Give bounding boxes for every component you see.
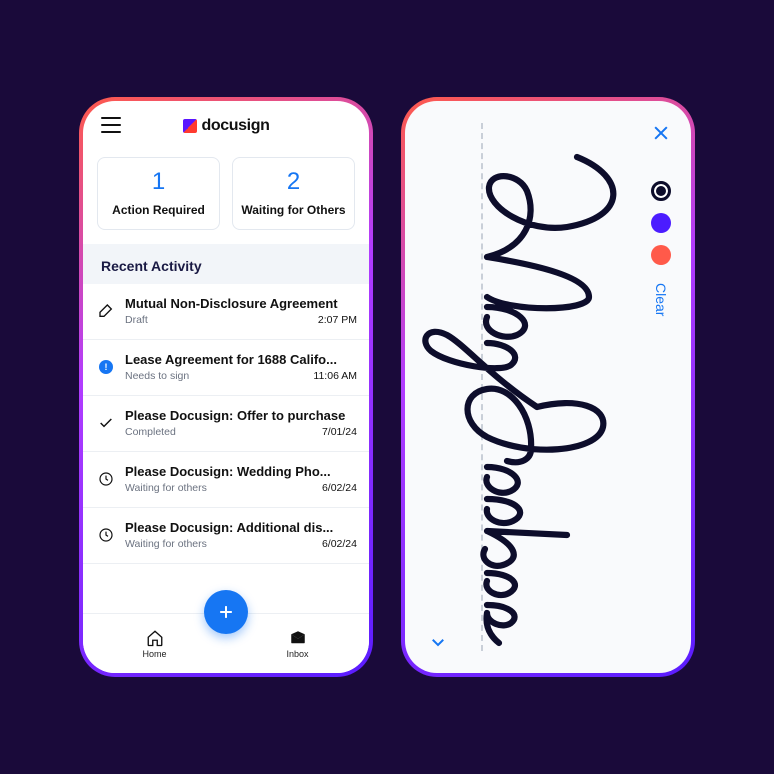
activity-time: 7/01/24 (322, 426, 357, 438)
recent-activity-section: Recent Activity Mutual Non-Disclosure Ag… (83, 244, 369, 613)
activity-title: Please Docusign: Offer to purchase (125, 408, 357, 423)
activity-row[interactable]: Please Docusign: Offer to purchase Compl… (83, 396, 369, 452)
activity-status: Needs to sign (125, 370, 189, 382)
menu-button[interactable] (101, 117, 121, 133)
color-swatch-black[interactable] (651, 181, 671, 201)
activity-status: Waiting for others (125, 482, 207, 494)
activity-time: 2:07 PM (318, 314, 357, 326)
brand-name: docusign (202, 117, 270, 135)
color-swatch-blue[interactable] (651, 213, 671, 233)
phone-signature: Clear (401, 97, 695, 677)
topbar: docusign (83, 101, 369, 151)
signature-canvas[interactable] (411, 107, 637, 667)
activity-row[interactable]: Please Docusign: Wedding Pho... Waiting … (83, 452, 369, 508)
signature-toolbar: Clear (637, 107, 685, 667)
activity-title: Please Docusign: Wedding Pho... (125, 464, 357, 479)
signature-stroke (417, 107, 637, 667)
adopt-button[interactable] (429, 633, 447, 651)
activity-time: 11:06 AM (313, 370, 357, 382)
activity-time: 6/02/24 (322, 538, 357, 550)
activity-title: Please Docusign: Additional dis... (125, 520, 357, 535)
nav-label: Home (142, 649, 166, 659)
signature-landscape: Clear (411, 107, 685, 667)
summary-count: 2 (239, 168, 348, 197)
bottom-nav: Home Inbox (83, 613, 369, 673)
activity-row[interactable]: Please Docusign: Additional dis... Waiti… (83, 508, 369, 564)
screen-inbox: docusign 1 Action Required 2 Waiting for… (83, 101, 369, 673)
color-swatch-red[interactable] (651, 245, 671, 265)
plus-icon (216, 602, 236, 622)
brand: docusign (183, 117, 270, 135)
activity-time: 6/02/24 (322, 482, 357, 494)
phone-inbox: docusign 1 Action Required 2 Waiting for… (79, 97, 373, 677)
fab-create[interactable] (204, 590, 248, 634)
activity-row[interactable]: ! Lease Agreement for 1688 Califo... Nee… (83, 340, 369, 396)
summary-label: Action Required (104, 203, 213, 217)
check-icon (91, 415, 121, 431)
summary-row: 1 Action Required 2 Waiting for Others (83, 151, 369, 244)
activity-title: Mutual Non-Disclosure Agreement (125, 296, 357, 311)
activity-row[interactable]: Mutual Non-Disclosure Agreement Draft 2:… (83, 284, 369, 340)
close-button[interactable] (651, 123, 671, 143)
activity-status: Waiting for others (125, 538, 207, 550)
activity-status: Completed (125, 426, 176, 438)
activity-list: Mutual Non-Disclosure Agreement Draft 2:… (83, 284, 369, 613)
summary-waiting-others[interactable]: 2 Waiting for Others (232, 157, 355, 230)
summary-label: Waiting for Others (239, 203, 348, 217)
screen-signature: Clear (405, 101, 691, 673)
inbox-icon (289, 629, 307, 647)
summary-action-required[interactable]: 1 Action Required (97, 157, 220, 230)
section-title: Recent Activity (83, 244, 369, 284)
nav-home[interactable]: Home (83, 614, 226, 673)
alert-icon: ! (91, 360, 121, 374)
pen-icon (91, 303, 121, 319)
brand-logo-icon (183, 119, 197, 133)
close-icon (651, 123, 671, 143)
clock-icon (91, 471, 121, 487)
activity-status: Draft (125, 314, 148, 326)
chevron-right-icon (429, 633, 447, 651)
nav-label: Inbox (286, 649, 308, 659)
clear-button[interactable]: Clear (653, 283, 669, 316)
home-icon (146, 629, 164, 647)
clock-icon (91, 527, 121, 543)
summary-count: 1 (104, 168, 213, 197)
nav-inbox[interactable]: Inbox (226, 614, 369, 673)
activity-title: Lease Agreement for 1688 Califo... (125, 352, 357, 367)
